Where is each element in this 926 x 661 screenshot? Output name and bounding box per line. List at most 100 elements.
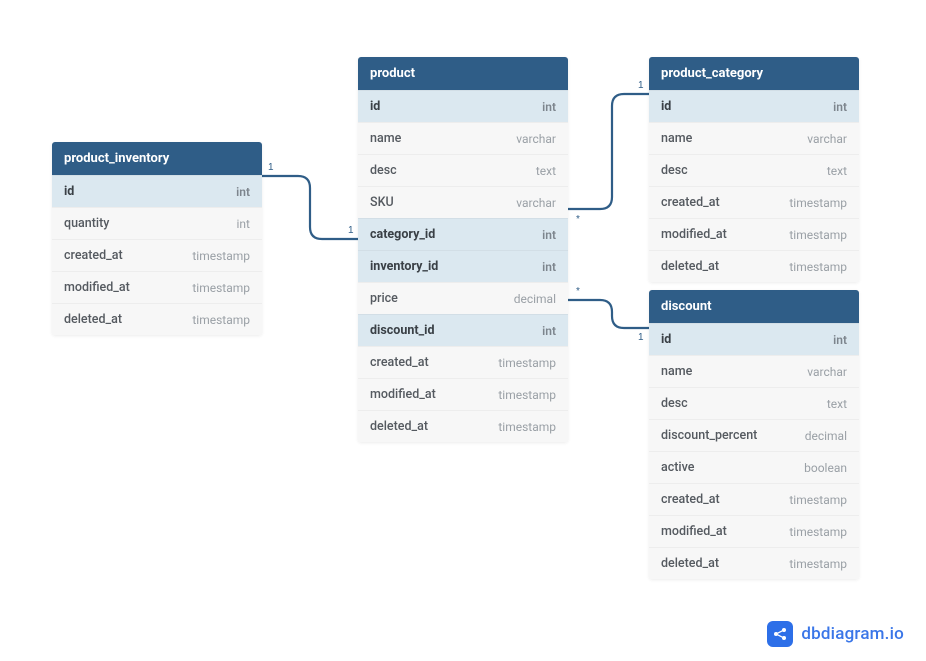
table-row[interactable]: deleted_at timestamp (358, 410, 568, 442)
table-row[interactable]: id int (649, 323, 859, 355)
branding-text: dbdiagram.io (801, 624, 904, 644)
svg-text:*: * (576, 214, 580, 225)
table-row[interactable]: created_at timestamp (649, 186, 859, 218)
table-row[interactable]: name varchar (358, 122, 568, 154)
table-row[interactable]: inventory_id int (358, 250, 568, 282)
share-icon (767, 621, 793, 647)
column-name: id (661, 332, 671, 347)
column-type: int (542, 324, 556, 338)
column-type: boolean (804, 461, 847, 475)
column-name: modified_at (64, 280, 130, 295)
table-row[interactable]: created_at timestamp (358, 346, 568, 378)
column-type: text (536, 164, 556, 178)
column-type: timestamp (789, 493, 847, 507)
table-row[interactable]: name varchar (649, 355, 859, 387)
table-row[interactable]: discount_percent decimal (649, 419, 859, 451)
column-type: timestamp (192, 281, 250, 295)
table-header[interactable]: product_category (649, 57, 859, 90)
column-name: quantity (64, 216, 109, 231)
table-row[interactable]: deleted_at timestamp (649, 547, 859, 579)
column-name: modified_at (370, 387, 436, 402)
table-product-inventory[interactable]: product_inventory id int quantity int cr… (52, 142, 262, 335)
table-product[interactable]: product id int name varchar desc text SK… (358, 57, 568, 442)
branding[interactable]: dbdiagram.io (767, 621, 904, 647)
column-name: created_at (661, 492, 720, 507)
table-header[interactable]: product (358, 57, 568, 90)
table-row[interactable]: discount_id int (358, 314, 568, 346)
column-type: int (542, 100, 556, 114)
column-name: deleted_at (64, 312, 122, 327)
column-name: desc (661, 396, 688, 411)
column-type: timestamp (789, 525, 847, 539)
svg-text:1: 1 (348, 225, 354, 236)
svg-text:*: * (576, 286, 580, 297)
table-row[interactable]: modified_at timestamp (52, 271, 262, 303)
column-type: int (833, 333, 847, 347)
table-row[interactable]: SKU varchar (358, 186, 568, 218)
table-row[interactable]: price decimal (358, 282, 568, 314)
column-name: price (370, 291, 398, 306)
column-name: created_at (370, 355, 429, 370)
column-type: int (542, 260, 556, 274)
column-type: decimal (514, 292, 556, 306)
table-row[interactable]: desc text (649, 154, 859, 186)
column-name: desc (370, 163, 397, 178)
column-name: name (370, 131, 401, 146)
table-row[interactable]: modified_at timestamp (649, 515, 859, 547)
table-discount[interactable]: discount id int name varchar desc text d… (649, 290, 859, 579)
column-type: varchar (807, 132, 847, 146)
column-type: decimal (805, 429, 847, 443)
table-row[interactable]: name varchar (649, 122, 859, 154)
table-header[interactable]: product_inventory (52, 142, 262, 175)
column-type: timestamp (192, 313, 250, 327)
table-header[interactable]: discount (649, 290, 859, 323)
column-type: text (827, 164, 847, 178)
svg-text:1: 1 (638, 332, 644, 343)
column-type: timestamp (789, 260, 847, 274)
column-type: timestamp (498, 388, 556, 402)
table-row[interactable]: deleted_at timestamp (52, 303, 262, 335)
column-name: id (370, 99, 380, 114)
column-type: timestamp (789, 196, 847, 210)
diagram-canvas[interactable]: 1 1 * 1 * 1 product_inventory id int qua… (0, 0, 926, 661)
column-name: SKU (370, 195, 394, 210)
table-row[interactable]: modified_at timestamp (358, 378, 568, 410)
table-row[interactable]: modified_at timestamp (649, 218, 859, 250)
column-name: created_at (661, 195, 720, 210)
column-type: timestamp (192, 249, 250, 263)
column-name: id (64, 184, 74, 199)
table-row[interactable]: id int (649, 90, 859, 122)
column-type: int (542, 228, 556, 242)
table-row[interactable]: created_at timestamp (649, 483, 859, 515)
table-row[interactable]: quantity int (52, 207, 262, 239)
column-name: modified_at (661, 524, 727, 539)
table-row[interactable]: desc text (358, 154, 568, 186)
column-type: timestamp (789, 228, 847, 242)
column-name: name (661, 364, 692, 379)
column-name: inventory_id (370, 259, 438, 274)
table-row[interactable]: deleted_at timestamp (649, 250, 859, 282)
table-product-category[interactable]: product_category id int name varchar des… (649, 57, 859, 282)
table-row[interactable]: id int (358, 90, 568, 122)
table-row[interactable]: active boolean (649, 451, 859, 483)
column-type: int (237, 217, 250, 231)
column-name: active (661, 460, 694, 475)
column-type: timestamp (498, 356, 556, 370)
column-type: varchar (516, 196, 556, 210)
column-name: deleted_at (370, 419, 428, 434)
table-row[interactable]: id int (52, 175, 262, 207)
column-name: discount_id (370, 323, 434, 338)
column-type: varchar (516, 132, 556, 146)
column-name: created_at (64, 248, 123, 263)
table-row[interactable]: category_id int (358, 218, 568, 250)
column-type: int (833, 100, 847, 114)
column-type: timestamp (789, 557, 847, 571)
column-type: varchar (807, 365, 847, 379)
table-row[interactable]: desc text (649, 387, 859, 419)
table-row[interactable]: created_at timestamp (52, 239, 262, 271)
column-name: desc (661, 163, 688, 178)
column-name: deleted_at (661, 259, 719, 274)
column-name: id (661, 99, 671, 114)
column-name: modified_at (661, 227, 727, 242)
svg-text:1: 1 (268, 162, 274, 173)
